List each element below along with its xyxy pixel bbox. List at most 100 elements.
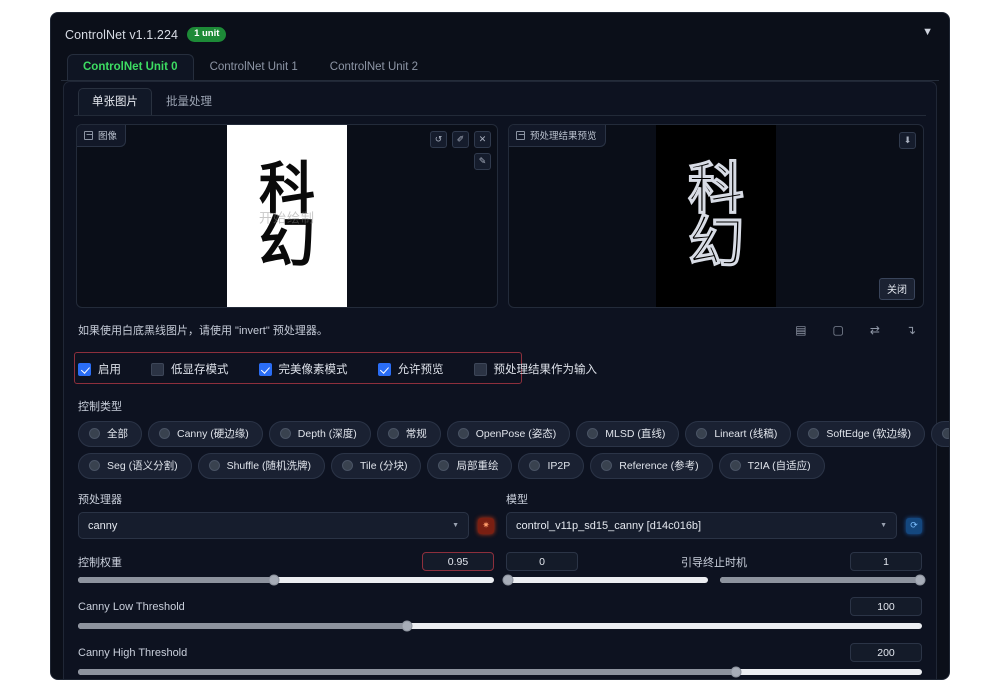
panel-header[interactable]: ControlNet v1.1.224 1 unit ▼: [51, 13, 949, 47]
radio-icon: [529, 460, 541, 471]
control-type-inpaint-label: 局部重绘: [456, 460, 499, 472]
control-type-seg[interactable]: Seg (语义分割): [78, 453, 192, 479]
refresh-models-button[interactable]: ⟳: [906, 517, 922, 534]
checkbox-preprocessor-as-input[interactable]: 预处理结果作为输入: [473, 361, 598, 377]
control-type-all[interactable]: 全部: [78, 421, 142, 447]
checkbox-low-vram-label: 低显存模式: [171, 364, 229, 376]
mode-tab-bar: 单张图片 批量处理: [78, 88, 926, 115]
checkbox-pixel-perfect[interactable]: 完美像素模式: [258, 361, 348, 377]
camera-icon[interactable]: ▢: [833, 324, 844, 336]
checkbox-preprocessor-as-input-label: 预处理结果作为输入: [493, 364, 598, 376]
control-type-normal[interactable]: 常规: [376, 421, 441, 447]
guidance-start-knob[interactable]: [502, 574, 514, 586]
control-type-t2ia[interactable]: T2IA (自适应): [718, 453, 825, 479]
control-type-shuffle[interactable]: Shuffle (随机洗牌): [197, 453, 326, 479]
control-weight-track[interactable]: [78, 574, 494, 586]
control-type-mlsd[interactable]: MLSD (直线): [576, 421, 680, 447]
tab-single-image[interactable]: 单张图片: [78, 88, 152, 115]
checkbox-allow-preview-box[interactable]: [377, 362, 391, 376]
control-type-reference[interactable]: Reference (参考): [590, 453, 713, 479]
checkbox-enable[interactable]: 启用: [78, 361, 121, 377]
control-type-lineart[interactable]: Lineart (线稿): [685, 421, 792, 447]
image-toolbar-row-2: ✎: [474, 153, 491, 170]
control-weight-slider: 控制权重 0.95: [78, 552, 500, 586]
tab-controlnet-unit-1[interactable]: ControlNet Unit 1: [194, 54, 314, 80]
checkbox-pixel-perfect-box[interactable]: [258, 362, 272, 376]
preprocessor-label: 预处理器: [78, 494, 122, 506]
control-type-seg-label: Seg (语义分割): [107, 460, 178, 472]
run-preprocessor-button[interactable]: ✷: [478, 517, 494, 534]
control-weight-value[interactable]: 0.95: [422, 552, 494, 571]
model-value: control_v11p_sd15_canny [d14c016b]: [516, 519, 702, 532]
control-type-openpose[interactable]: OpenPose (姿态): [446, 421, 571, 447]
guidance-start-head: 0 引导终止时机 1: [506, 552, 922, 571]
undo-icon[interactable]: ↺: [430, 131, 447, 148]
canny-high-head: Canny High Threshold 200: [78, 643, 922, 662]
checkbox-preprocessor-as-input-box[interactable]: [473, 362, 487, 376]
control-type-ip2p[interactable]: IP2P: [518, 453, 585, 479]
radio-icon: [89, 460, 100, 471]
preprocessor-select[interactable]: canny ▼: [78, 512, 469, 539]
tab-controlnet-unit-2[interactable]: ControlNet Unit 2: [314, 54, 434, 80]
canny-high-fill: [78, 669, 737, 675]
arrow-icon[interactable]: ↴: [906, 324, 916, 336]
control-type-tile[interactable]: Tile (分块): [331, 453, 422, 479]
canny-low-knob[interactable]: [401, 620, 413, 632]
screenshot-root: ControlNet v1.1.224 1 unit ▼ ControlNet …: [0, 0, 1000, 694]
checkbox-enable-label: 启用: [98, 364, 121, 376]
radio-icon: [457, 428, 469, 439]
swap-icon[interactable]: ⇄: [870, 324, 880, 336]
page-title: ControlNet v1.1.224: [65, 27, 179, 42]
control-type-canny[interactable]: Canny (硬边缘): [148, 421, 263, 447]
close-icon[interactable]: ✕: [474, 131, 491, 148]
control-type-softedge[interactable]: SoftEdge (软边缘): [797, 421, 925, 447]
preprocessor-preview-box: 预处理结果预览 科 幻 ⬇ 关闭: [508, 124, 924, 308]
download-icon[interactable]: ⬇: [899, 132, 916, 149]
checkbox-low-vram-box[interactable]: [151, 362, 164, 376]
input-image-tag: 图像: [77, 125, 127, 147]
checkbox-enable-box[interactable]: [78, 362, 91, 376]
control-type-depth[interactable]: Depth (深度): [268, 421, 371, 447]
control-type-canny-label: Canny (硬边缘): [177, 428, 249, 440]
control-type-depth-label: Depth (深度): [297, 428, 357, 440]
radio-icon: [159, 428, 170, 439]
guidance-end-value[interactable]: 1: [850, 552, 922, 571]
canny-high-knob[interactable]: [730, 666, 742, 678]
guidance-start-track[interactable]: [502, 574, 708, 586]
radio-icon: [601, 460, 613, 471]
control-type-inpaint[interactable]: 局部重绘: [427, 453, 513, 479]
canny-high-value[interactable]: 200: [850, 643, 922, 662]
chevron-down-icon[interactable]: ▼: [922, 27, 933, 38]
radio-icon: [941, 428, 949, 439]
guidance-end-label: 引导终止时机: [681, 556, 747, 569]
canny-low-track[interactable]: [78, 620, 922, 632]
guidance-start-value[interactable]: 0: [506, 552, 578, 571]
file-icon[interactable]: ▤: [795, 324, 806, 336]
canny-high-track[interactable]: [78, 666, 922, 678]
controlnet-panel: ControlNet v1.1.224 1 unit ▼ ControlNet …: [50, 12, 950, 680]
close-preview-button[interactable]: 关闭: [879, 278, 915, 300]
radio-icon: [342, 460, 354, 471]
unit-tab-bar: ControlNet Unit 0 ControlNet Unit 1 Cont…: [67, 53, 949, 80]
control-type-scribble[interactable]: Scribble (涂鸦): [930, 421, 949, 447]
image-icon: [84, 130, 93, 140]
tab-batch-process[interactable]: 批量处理: [152, 88, 226, 115]
control-weight-head: 控制权重 0.95: [78, 552, 494, 571]
guidance-end-track[interactable]: [720, 574, 926, 586]
tab-controlnet-unit-0[interactable]: ControlNet Unit 0: [67, 54, 194, 80]
canny-high-slider: Canny High Threshold 200: [78, 643, 922, 678]
eraser-icon[interactable]: ✐: [452, 131, 469, 148]
checkbox-pixel-perfect-label: 完美像素模式: [278, 364, 348, 376]
radio-icon: [279, 428, 291, 439]
preprocessor-line: canny ▼ ✷: [78, 512, 494, 539]
guidance-end-knob[interactable]: [914, 574, 926, 586]
canny-low-value[interactable]: 100: [850, 597, 922, 616]
model-select[interactable]: control_v11p_sd15_canny [d14c016b] ▼: [506, 512, 897, 539]
control-type-label: 控制类型: [78, 401, 122, 413]
edit-icon[interactable]: ✎: [474, 153, 491, 170]
checkbox-low-vram[interactable]: 低显存模式: [151, 361, 229, 377]
control-weight-knob[interactable]: [268, 574, 280, 586]
checkbox-allow-preview[interactable]: 允许预览: [377, 361, 444, 377]
input-image-dropzone[interactable]: 图像 科 幻 开始绘制 ↺ ✐ ✕ ✎: [76, 124, 498, 308]
control-type-all-label: 全部: [107, 428, 128, 440]
